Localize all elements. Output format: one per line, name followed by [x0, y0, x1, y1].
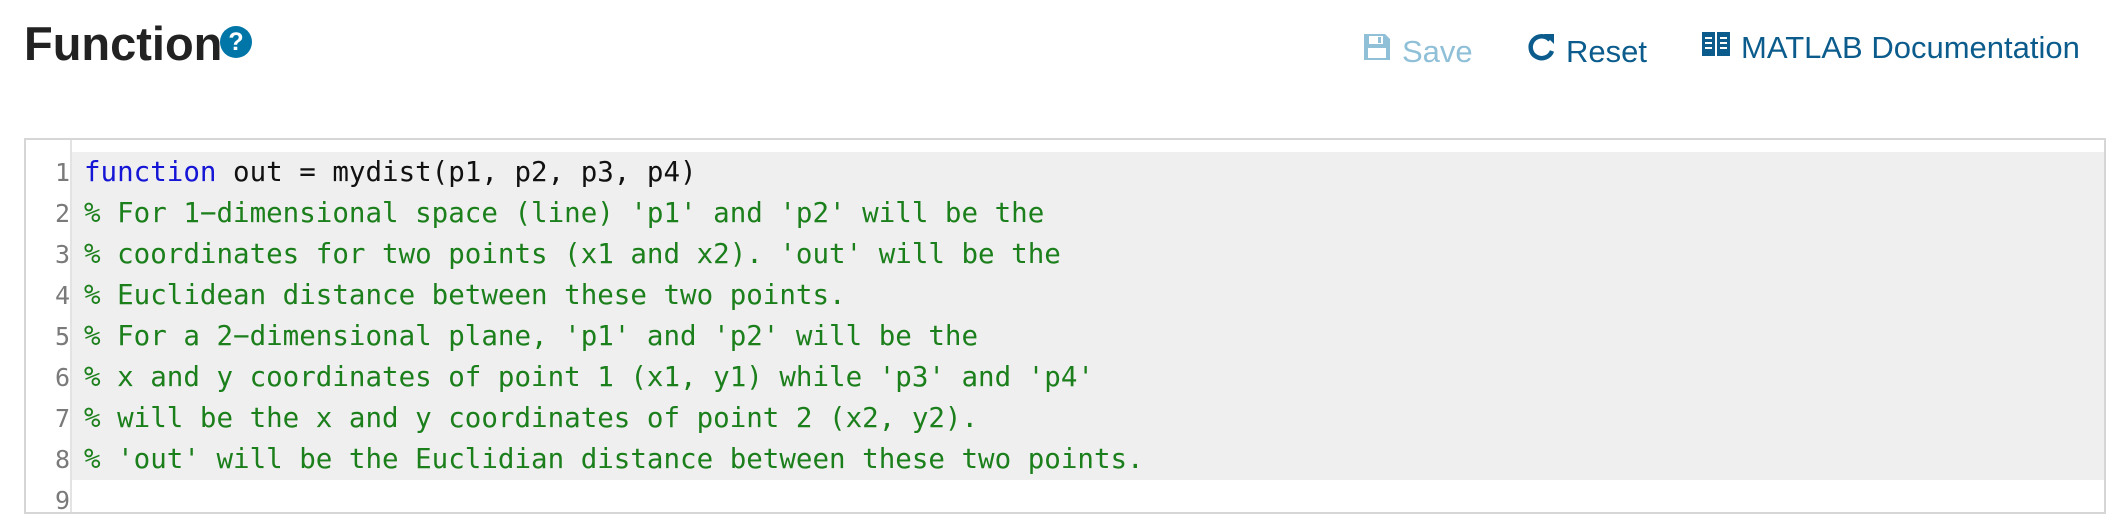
code-area[interactable]: function out = mydist(p1, p2, p3, p4) % …: [72, 152, 2104, 512]
line-number: 7: [54, 404, 70, 433]
save-button-label: Save: [1402, 34, 1473, 69]
line-number: 5: [54, 322, 70, 351]
matlab-documentation-label: MATLAB Documentation: [1741, 30, 2080, 65]
line-number: 1: [54, 158, 70, 187]
save-button[interactable]: Save: [1362, 32, 1473, 72]
book-icon: [1701, 28, 1731, 68]
line-number: 6: [54, 363, 70, 392]
code-comment: % x and y coordinates of point 1 (x1, y1…: [84, 361, 1094, 393]
reset-button-label: Reset: [1566, 34, 1647, 69]
page-title: Function: [24, 17, 223, 70]
code-comment: % For a 2−dimensional plane, 'p1' and 'p…: [84, 320, 979, 352]
code-line[interactable]: % coordinates for two points (x1 and x2)…: [72, 234, 2104, 275]
code-line[interactable]: % will be the x and y coordinates of poi…: [72, 398, 2104, 439]
line-number: 4: [54, 281, 70, 310]
code-line[interactable]: % For a 2−dimensional plane, 'p1' and 'p…: [72, 316, 2104, 357]
line-number: 9: [54, 486, 70, 514]
code-keyword: function: [84, 156, 217, 188]
help-icon[interactable]: ?: [220, 26, 252, 58]
code-line[interactable]: [72, 480, 2104, 512]
code-text: out = mydist(p1, p2, p3, p4): [216, 156, 697, 188]
code-comment: % will be the x and y coordinates of poi…: [84, 402, 979, 434]
save-icon: [1362, 32, 1392, 72]
code-line[interactable]: % Euclidean distance between these two p…: [72, 275, 2104, 316]
line-number-gutter: 1 2 3 4 5 6 7 8 9: [26, 152, 70, 514]
code-editor[interactable]: 1 2 3 4 5 6 7 8 9 function out = mydist(…: [24, 138, 2106, 514]
header: Function ? Save Reset MATLAB Documentati…: [0, 0, 2122, 130]
line-number: 2: [54, 199, 70, 228]
reset-button[interactable]: Reset: [1526, 32, 1647, 72]
code-comment: % Euclidean distance between these two p…: [84, 279, 846, 311]
code-line[interactable]: % x and y coordinates of point 1 (x1, y1…: [72, 357, 2104, 398]
code-comment: % coordinates for two points (x1 and x2)…: [84, 238, 1061, 270]
code-line[interactable]: % For 1−dimensional space (line) 'p1' an…: [72, 193, 2104, 234]
code-comment: % 'out' will be the Euclidian distance b…: [84, 443, 1144, 475]
line-number: 8: [54, 445, 70, 474]
code-comment: % For 1−dimensional space (line) 'p1' an…: [84, 197, 1045, 229]
code-line[interactable]: % 'out' will be the Euclidian distance b…: [72, 439, 2104, 480]
reset-icon: [1526, 31, 1556, 73]
line-number: 3: [54, 240, 70, 269]
matlab-documentation-link[interactable]: MATLAB Documentation: [1701, 28, 2080, 68]
code-line[interactable]: function out = mydist(p1, p2, p3, p4): [72, 152, 2104, 193]
